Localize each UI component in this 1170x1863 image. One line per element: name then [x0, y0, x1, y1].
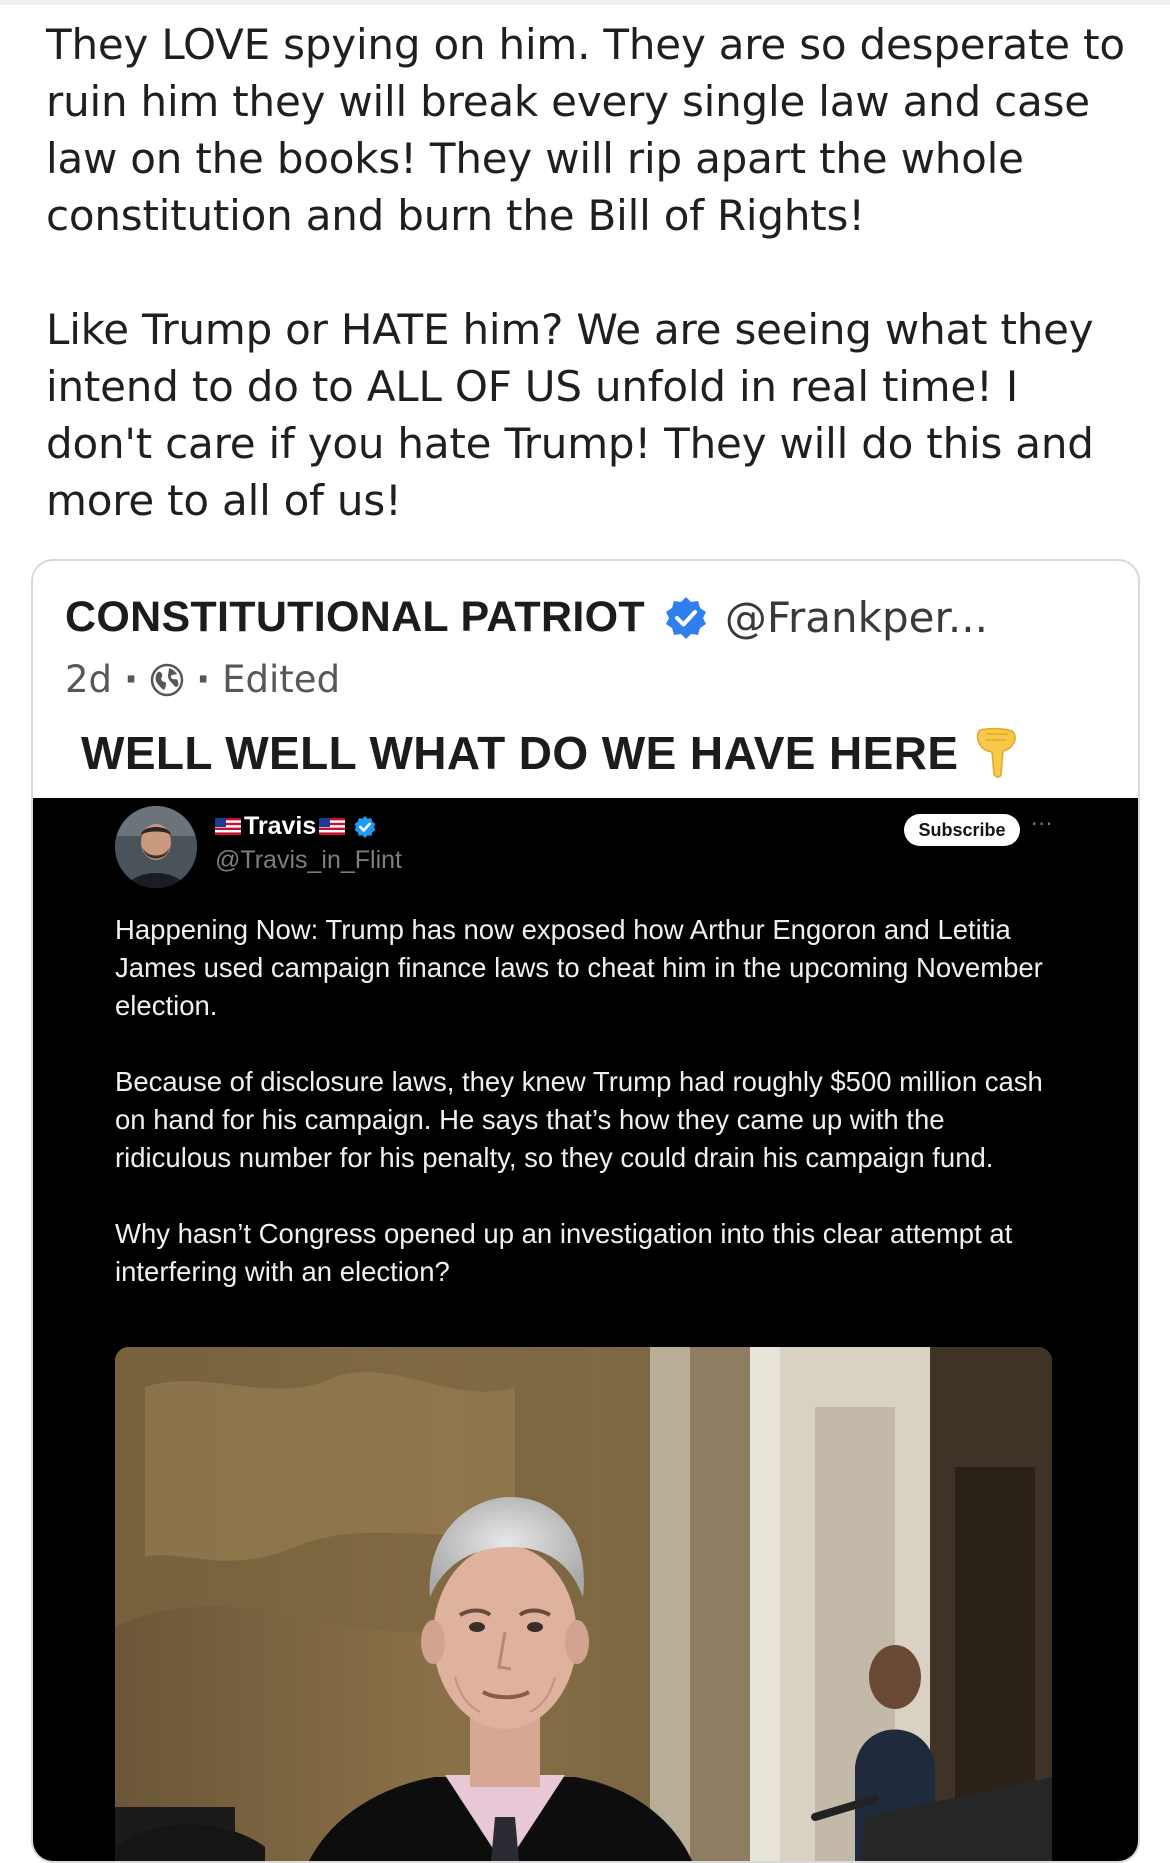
- verified-badge-icon: [663, 595, 709, 641]
- author-handle[interactable]: @Frankper...: [725, 593, 988, 642]
- tweet-author-row: Travis: [215, 812, 377, 841]
- subscribe-button[interactable]: Subscribe: [904, 814, 1020, 846]
- tweet-paragraph: Why hasn’t Congress opened up an investi…: [115, 1218, 1013, 1287]
- quoted-post-card[interactable]: CONSTITUTIONAL PATRIOT @Frankper... 2d ·…: [31, 559, 1140, 1863]
- tweet-display-name: Travis: [244, 812, 317, 840]
- globe-icon: [150, 663, 184, 697]
- meta-separator: ·: [196, 658, 211, 701]
- tweet-text: Happening Now: Trump has now exposed how…: [115, 911, 1055, 1291]
- post-body: They LOVE spying on him. They are so des…: [46, 16, 1136, 529]
- quoted-post-header: CONSTITUTIONAL PATRIOT @Frankper...: [65, 593, 988, 642]
- post-age: 2d: [65, 658, 113, 701]
- more-options-button[interactable]: ···: [1031, 812, 1053, 836]
- quoted-post-title-text: WELL WELL WHAT DO WE HAVE HERE: [81, 727, 959, 779]
- tweet-photo[interactable]: [115, 1347, 1052, 1861]
- edited-label: Edited: [222, 658, 341, 701]
- backhand-index-pointing-down-icon: [974, 726, 1018, 780]
- tweet-paragraph: Happening Now: Trump has now exposed how…: [115, 914, 1043, 1021]
- us-flag-icon: [319, 818, 346, 835]
- tweet-paragraph: Because of disclosure laws, they knew Tr…: [115, 1066, 1043, 1173]
- top-divider: [0, 0, 1170, 5]
- quoted-post-title: WELL WELL WHAT DO WE HAVE HERE: [81, 726, 1018, 780]
- post-paragraph: Like Trump or HATE him? We are seeing wh…: [46, 305, 1094, 525]
- embedded-tweet-screenshot[interactable]: Travis @Travis_in_Flint Subscribe ··· Ha…: [33, 798, 1138, 1861]
- post-meta: 2d · · Edited: [65, 658, 340, 701]
- author-name[interactable]: CONSTITUTIONAL PATRIOT: [65, 593, 645, 642]
- avatar[interactable]: [115, 806, 197, 888]
- tweet-handle: @Travis_in_Flint: [215, 846, 402, 874]
- post-paragraph: They LOVE spying on him. They are so des…: [46, 20, 1125, 240]
- us-flag-icon: [215, 818, 241, 835]
- verified-badge-icon: [353, 815, 377, 839]
- meta-separator: ·: [124, 658, 139, 701]
